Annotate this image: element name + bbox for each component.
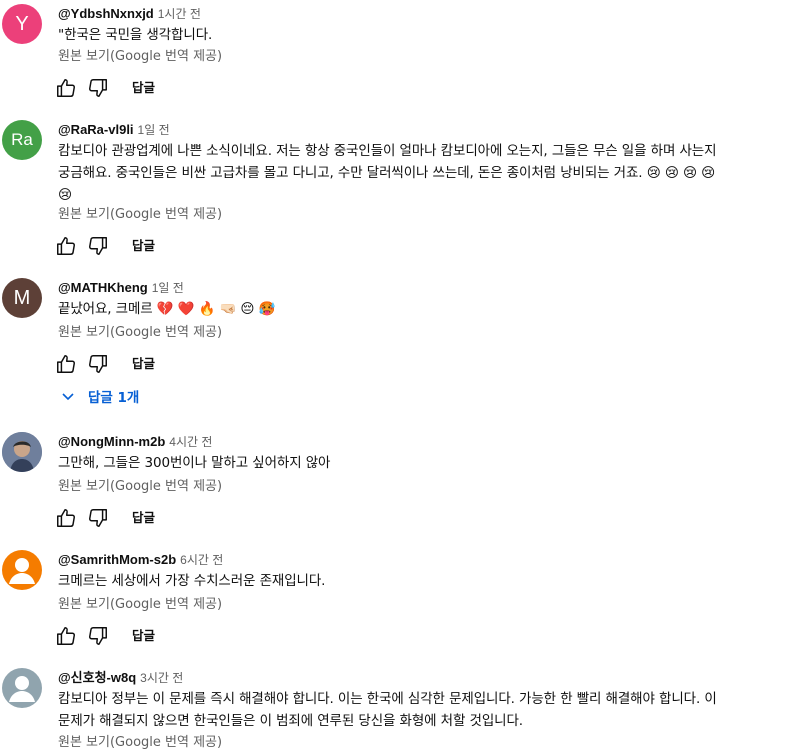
default-avatar-icon — [9, 558, 35, 584]
comment-text: 크메르는 세상에서 가장 수치스러운 존재입니다. — [58, 573, 326, 589]
like-button[interactable] — [54, 76, 78, 100]
dislike-button[interactable] — [86, 76, 110, 100]
like-button[interactable] — [54, 352, 78, 376]
like-button[interactable] — [54, 624, 78, 648]
show-replies-button[interactable]: 답글 1개 — [60, 384, 139, 408]
comment-author[interactable]: @SamrithMom-s2b — [58, 552, 176, 567]
thumbs-down-icon — [89, 237, 107, 255]
comment-time[interactable]: 1일 전 — [138, 123, 170, 137]
comment-actions: 답글 — [54, 76, 155, 100]
thumbs-up-icon — [57, 355, 75, 373]
reply-button[interactable]: 답글 — [132, 352, 155, 376]
see-original-link[interactable]: 원본 보기(Google 번역 제공) — [58, 734, 222, 752]
dislike-button[interactable] — [86, 234, 110, 258]
comment-text: 끝났어요, 크메르 💔 ❤️ 🔥 🤜🏻 😔 🥵 — [58, 301, 276, 317]
reply-button[interactable]: 답글 — [132, 624, 155, 648]
comment-time[interactable]: 1일 전 — [152, 281, 184, 295]
comment-actions: 답글 — [54, 352, 155, 376]
comment-meta: @신호청-w8q 3시간 전 — [58, 668, 183, 686]
reply-button[interactable]: 답글 — [132, 76, 155, 100]
comment-text: 그만해, 그들은 300번이나 말하고 싶어하지 않아 — [58, 455, 331, 471]
reply-button[interactable]: 답글 — [132, 234, 155, 258]
comment-actions: 답글 — [54, 506, 155, 530]
thumbs-up-icon — [57, 237, 75, 255]
comment-text: 캄보디아 관광업계에 나쁜 소식이네요. 저는 항상 중국인들이 얼마나 캄보디… — [58, 143, 717, 203]
chevron-down-icon — [60, 388, 76, 404]
avatar-photo — [2, 432, 42, 472]
thumbs-down-icon — [89, 79, 107, 97]
avatar[interactable] — [2, 668, 42, 708]
see-original-link[interactable]: 원본 보기(Google 번역 제공) — [58, 206, 222, 224]
comment-time[interactable]: 1시간 전 — [158, 7, 201, 21]
avatar-letter: Y — [15, 12, 29, 35]
comment-meta: @NongMinn-m2b 4시간 전 — [58, 432, 212, 450]
reply-button[interactable]: 답글 — [132, 506, 155, 530]
comment-time[interactable]: 3시간 전 — [140, 671, 183, 685]
comment-meta: @SamrithMom-s2b 6시간 전 — [58, 550, 223, 568]
avatar[interactable]: M — [2, 278, 42, 318]
see-original-link[interactable]: 원본 보기(Google 번역 제공) — [58, 324, 222, 342]
comment-author[interactable]: @RaRa-vl9li — [58, 122, 134, 137]
comment-author[interactable]: @YdbshNxnxjd — [58, 6, 154, 21]
comment-author[interactable]: @MATHKheng — [58, 280, 148, 295]
dislike-button[interactable] — [86, 506, 110, 530]
thumbs-down-icon — [89, 355, 107, 373]
comment-meta: @YdbshNxnxjd 1시간 전 — [58, 4, 201, 22]
dislike-button[interactable] — [86, 624, 110, 648]
default-avatar-icon — [9, 676, 35, 702]
comment-meta: @RaRa-vl9li 1일 전 — [58, 120, 170, 138]
comment-time[interactable]: 6시간 전 — [180, 553, 223, 567]
thumbs-up-icon — [57, 627, 75, 645]
replies-count-label: 답글 1개 — [88, 390, 140, 406]
comment-actions: 답글 — [54, 624, 155, 648]
comment-actions: 답글 — [54, 234, 155, 258]
comment-author[interactable]: @신호청-w8q — [58, 670, 136, 685]
see-original-link[interactable]: 원본 보기(Google 번역 제공) — [58, 48, 222, 66]
thumbs-down-icon — [89, 627, 107, 645]
comment-author[interactable]: @NongMinn-m2b — [58, 434, 165, 449]
avatar[interactable] — [2, 432, 42, 472]
see-original-link[interactable]: 원본 보기(Google 번역 제공) — [58, 596, 222, 614]
like-button[interactable] — [54, 234, 78, 258]
comment-meta: @MATHKheng 1일 전 — [58, 278, 184, 296]
avatar-letter: Ra — [11, 130, 33, 149]
thumbs-down-icon — [89, 509, 107, 527]
avatar-letter: M — [13, 286, 31, 309]
see-original-link[interactable]: 원본 보기(Google 번역 제공) — [58, 478, 222, 496]
thumbs-up-icon — [57, 79, 75, 97]
avatar[interactable]: Ra — [2, 120, 42, 160]
avatar[interactable]: Y — [2, 4, 42, 44]
like-button[interactable] — [54, 506, 78, 530]
comment-text: 캄보디아 정부는 이 문제를 즉시 해결해야 합니다. 이는 한국에 심각한 문… — [58, 691, 717, 729]
comment-text: "한국은 국민을 생각합니다. — [58, 27, 213, 43]
comment-time[interactable]: 4시간 전 — [169, 435, 212, 449]
dislike-button[interactable] — [86, 352, 110, 376]
thumbs-up-icon — [57, 509, 75, 527]
avatar[interactable] — [2, 550, 42, 590]
